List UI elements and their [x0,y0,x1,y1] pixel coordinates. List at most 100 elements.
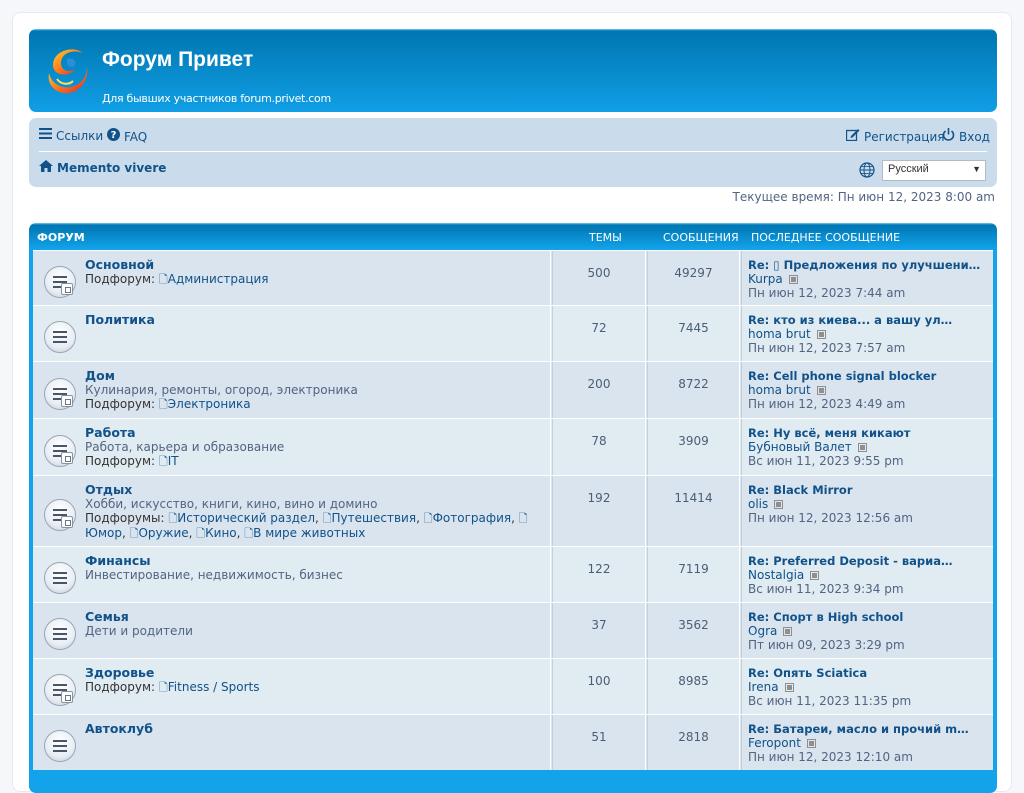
last-post-cell: Re: Батареи, масло и прочий m… Feropont Пн… [741,715,993,770]
faq-label: FAQ [124,129,148,144]
subforum-link[interactable]: 🗋Кино [196,526,236,540]
subforum-name: Кино [205,526,237,540]
topics-count: 122 [552,547,646,602]
subforum-name: Fitness / Sports [167,680,260,694]
last-post-author-link[interactable]: homa brut [748,327,811,341]
last-post-date: Вс июн 11, 2023 9:55 pm [748,454,904,468]
forum-title-link[interactable]: Автоклуб [85,722,544,736]
forum-row: Финансы Инвестирование, недвижимость, биз… [33,546,993,602]
forum-description: Дети и родители [85,624,193,638]
forum-cell: Отдых Хобби, искусство, книги, кино, вино… [33,476,551,546]
header-bar: Форум Привет Для бывших участников forum… [29,29,997,112]
forum-title-link[interactable]: Отдых [85,483,544,497]
site-title[interactable]: Форум Привет [102,48,253,72]
last-post-title-link[interactable]: Re: кто из киева... а вашу ул… [748,313,993,327]
forum-rows: Основной Подфорум: 🗋Администрация 500 49297… [33,250,993,770]
subforum-name: Фотография [432,511,512,525]
forum-description: Хобби, искусство, книги, кино, вино и до… [85,497,378,511]
subforum-name: Исторический раздел [177,511,316,525]
last-post-author-link[interactable]: homa brut [748,383,811,397]
subforums-label: Подфорум: [85,272,156,286]
breadcrumb[interactable]: Memento vivere [39,160,166,176]
topics-count: 192 [552,476,646,546]
last-post-title-link[interactable]: Re: ▯ Предложения по улучшени… [748,258,993,272]
last-post-author-link[interactable]: olis [748,497,768,511]
forum-title-link[interactable]: Семья [85,610,544,624]
page-wrapper: Форум Привет Для бывших участников forum… [12,12,1012,793]
home-icon [39,160,53,176]
subforum-link[interactable]: 🗋Fitness / Sports [159,680,260,694]
last-post-title-link[interactable]: Re: Ну всё, меня кикают [748,426,993,440]
subforum-link[interactable]: 🗋IT [159,454,179,468]
current-time: Текущее время: Пн июн 12, 2023 8:00 am [732,190,995,204]
subforum-link[interactable]: 🗋В мире животных [244,526,365,540]
forum-title-link[interactable]: Работа [85,426,544,440]
last-post-title-link[interactable]: Re: Опять Sciatica [748,666,993,680]
subforum-name: Юмор [85,526,122,540]
forum-title-link[interactable]: Дом [85,369,544,383]
last-post-author-link[interactable]: Kurpa [748,272,783,286]
col-posts: СООБЩЕНИЯ [663,231,739,244]
navbar-divider [39,151,987,152]
last-post-title-link[interactable]: Re: Спорт в High school [748,610,993,624]
forum-title-link[interactable]: Основной [85,258,544,272]
page-icon: 🗋 [158,455,168,468]
posts-count: 7445 [647,306,740,361]
view-latest-post-icon[interactable] [784,683,794,692]
forum-list: ФОРУМ ТЕМЫ СООБЩЕНИЯ ПОСЛЕДНЕЕ СООБЩЕНИЕ… [29,223,997,793]
forum-cell: Основной Подфорум: 🗋Администрация [33,251,551,305]
view-latest-post-icon[interactable] [788,275,798,284]
forum-read-icon [44,499,76,531]
forum-row: Дом Кулинария, ремонты, огород, электрони… [33,361,993,418]
topics-count: 500 [552,251,646,305]
subforum-link[interactable]: 🗋Оружие [130,526,189,540]
forum-title-link[interactable]: Политика [85,313,544,327]
forum-title-link[interactable]: Финансы [85,554,544,568]
site-logo[interactable] [43,43,91,97]
subforum-link[interactable]: 🗋Администрация [159,272,269,286]
last-post-cell: Re: кто из киева... а вашу ул… homa brut П… [741,306,993,361]
last-post-title-link[interactable]: Re: Cell phone signal blocker [748,369,993,383]
svg-text:?: ? [111,130,117,141]
view-latest-post-icon[interactable] [816,330,826,339]
register-link[interactable]: Регистрация [845,128,944,145]
view-latest-post-icon[interactable] [774,500,784,509]
faq-link[interactable]: ? FAQ [107,128,147,145]
view-latest-post-icon[interactable] [857,443,867,452]
subforum-link[interactable]: 🗋Электроника [159,397,251,411]
last-post-title-link[interactable]: Re: Батареи, масло и прочий m… [748,722,993,736]
page-icon: 🗋 [244,527,254,540]
edit-icon [845,128,860,145]
last-post-date: Пн июн 12, 2023 7:57 am [748,341,906,355]
last-post-author-link[interactable]: Irena [748,680,779,694]
forum-read-icon [44,618,76,650]
language-select[interactable]: Русский ▼ [882,160,986,181]
forum-title-link[interactable]: Здоровье [85,666,544,680]
forum-row: Здоровье Подфорум: 🗋Fitness / Sports 100 89… [33,658,993,714]
topics-count: 100 [552,659,646,714]
last-post-title-link[interactable]: Re: Preferred Deposit - вариа… [748,554,993,568]
last-post-author-link[interactable]: Ogra [748,624,777,638]
links-menu[interactable]: Ссылки [39,128,103,143]
forum-row: Отдых Хобби, искусство, книги, кино, вино… [33,475,993,546]
site-description: Для бывших участников forum.privet.com [102,92,331,105]
last-post-date: Вс июн 11, 2023 9:34 pm [748,582,904,596]
posts-count: 7119 [647,547,740,602]
last-post-author-link[interactable]: Feropont [748,736,801,750]
view-latest-post-icon[interactable] [783,627,793,636]
last-post-cell: Re: Preferred Deposit - вариа… Nostalgia В… [741,547,993,602]
last-post-author-link[interactable]: Nostalgia [748,568,804,582]
last-post-author-link[interactable]: Бубновый Валет [748,440,852,454]
subforum-link[interactable]: 🗋Путешествия [323,511,416,525]
last-post-cell: Re: Cell phone signal blocker homa brut Пн… [741,362,993,418]
subforum-name: Оружие [138,526,189,540]
subforum-link[interactable]: 🗋Исторический раздел [168,511,315,525]
view-latest-post-icon[interactable] [810,571,820,580]
last-post-date: Вс июн 11, 2023 11:35 pm [748,694,912,708]
subforum-link[interactable]: 🗋Фотография [424,511,511,525]
subforum-name: IT [167,454,179,468]
last-post-title-link[interactable]: Re: Black Mirror [748,483,993,497]
view-latest-post-icon[interactable] [816,386,826,395]
login-link[interactable]: Вход [942,128,990,145]
view-latest-post-icon[interactable] [806,739,816,748]
